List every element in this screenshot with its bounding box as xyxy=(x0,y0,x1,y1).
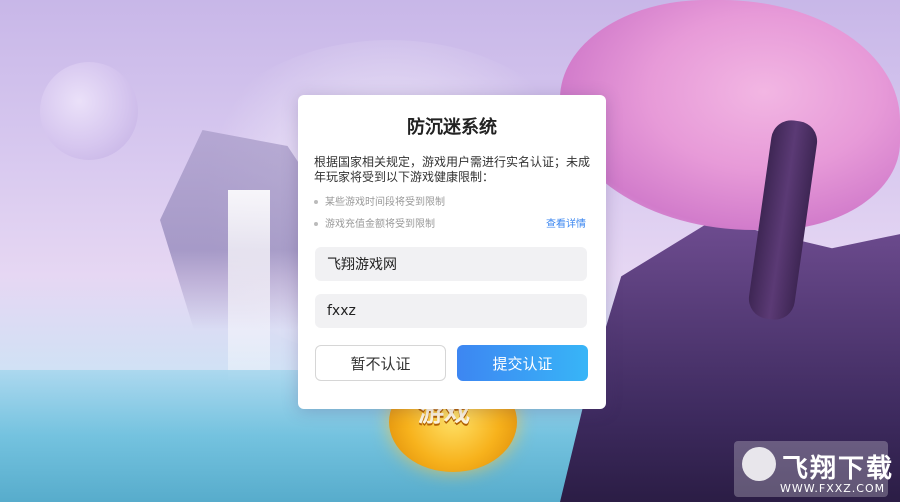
name-field[interactable] xyxy=(315,247,587,281)
watermark-url: WWW.FXXZ.COM xyxy=(780,482,886,495)
anti-addiction-dialog: 防沉迷系统 根据国家相关规定，游戏用户需进行实名认证；未成年玩家将受到以下游戏健… xyxy=(298,95,606,409)
view-details-link[interactable]: 查看详情 xyxy=(546,215,586,230)
rule-text: 游戏充值金额将受到限制 xyxy=(325,219,435,230)
dialog-description: 根据国家相关规定，游戏用户需进行实名认证；未成年玩家将受到以下游戏健康限制： xyxy=(314,155,591,184)
submit-verification-button[interactable]: 提交认证 xyxy=(457,345,588,381)
id-number-field[interactable] xyxy=(315,294,587,328)
rule-text: 某些游戏时间段将受到限制 xyxy=(325,197,445,208)
rule-item: 游戏充值金额将受到限制 xyxy=(314,215,435,230)
moon xyxy=(40,62,138,160)
watermark-text: 飞翔下载 xyxy=(782,454,895,484)
skip-verification-button[interactable]: 暂不认证 xyxy=(315,345,446,381)
bullet-icon xyxy=(314,222,318,226)
bullet-icon xyxy=(314,200,318,204)
dialog-title: 防沉迷系统 xyxy=(407,117,497,138)
watermark-logo-icon xyxy=(742,447,776,481)
rule-item: 某些游戏时间段将受到限制 xyxy=(314,193,445,208)
waterfall xyxy=(228,190,270,380)
cherry-blossom-tree xyxy=(560,0,900,230)
